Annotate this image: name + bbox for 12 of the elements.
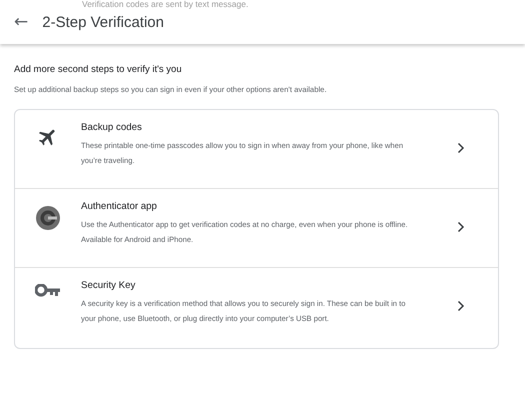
authenticator-icon <box>35 205 61 231</box>
page-title: 2-Step Verification <box>42 14 164 30</box>
chevron-right-icon[interactable] <box>457 142 465 154</box>
chevron-right-icon[interactable] <box>457 221 465 233</box>
section-heading: Add more second steps to verify it's you <box>14 64 183 75</box>
option-title[interactable]: Authenticator app <box>81 201 417 212</box>
back-button[interactable]: ← <box>14 14 28 30</box>
background-text: Verification codes are sent by text message. <box>82 0 248 9</box>
chevron-right-icon[interactable] <box>457 300 465 312</box>
option-title[interactable]: Security Key <box>81 280 417 291</box>
key-icon <box>35 284 61 298</box>
option-title[interactable]: Backup codes <box>81 122 417 133</box>
